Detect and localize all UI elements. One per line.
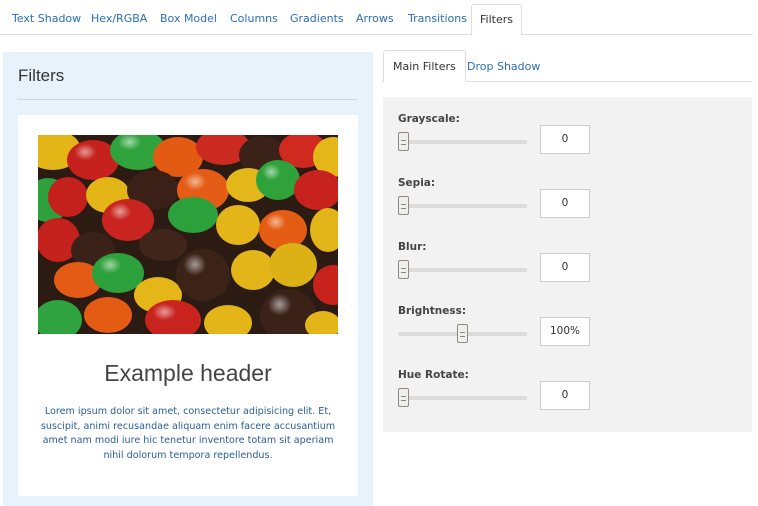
- filter-label: Grayscale:: [398, 113, 460, 125]
- slider-thumb[interactable]: [398, 388, 409, 407]
- value-input[interactable]: 100%: [540, 317, 590, 346]
- filter-label: Hue Rotate:: [398, 369, 469, 381]
- tab-transitions[interactable]: Transitions: [408, 12, 467, 25]
- slider-thumb[interactable]: [398, 260, 409, 279]
- slider-track[interactable]: [398, 268, 527, 272]
- tab-arrows[interactable]: Arrows: [356, 12, 394, 25]
- example-header: Example header: [104, 360, 272, 386]
- tab-drop-shadow[interactable]: Drop Shadow: [467, 60, 540, 73]
- tab-filters[interactable]: Filters: [471, 4, 522, 36]
- tab-columns[interactable]: Columns: [230, 12, 278, 25]
- filter-label: Blur:: [398, 241, 427, 253]
- preview-card: Example header Lorem ipsum dolor sit ame…: [18, 115, 358, 496]
- tab-box-model[interactable]: Box Model: [160, 12, 217, 25]
- candy-image: [38, 135, 338, 334]
- filter-brightness: Brightness: 100%: [383, 305, 752, 365]
- top-tab-bar: Text Shadow Hex/RGBA Box Model Columns G…: [0, 0, 753, 36]
- tab-text-shadow[interactable]: Text Shadow: [12, 12, 81, 25]
- slider-thumb[interactable]: [457, 324, 468, 343]
- tab-hex-rgba[interactable]: Hex/RGBA: [91, 12, 147, 25]
- filter-label: Brightness:: [398, 305, 467, 317]
- value-input[interactable]: 0: [540, 125, 590, 154]
- filter-sepia: Sepia: 0: [383, 177, 752, 237]
- filter-blur: Blur: 0: [383, 241, 752, 301]
- panel-title: Filters: [18, 66, 65, 85]
- value-input[interactable]: 0: [540, 189, 590, 218]
- filter-controls: Grayscale: 0 Sepia: 0 Blur: 0 Brightness…: [383, 97, 752, 432]
- title-divider: [17, 99, 357, 100]
- slider-thumb[interactable]: [398, 132, 409, 151]
- tab-gradients[interactable]: Gradients: [290, 12, 344, 25]
- example-paragraph: Lorem ipsum dolor sit amet, consectetur …: [40, 406, 336, 461]
- tab-main-filters[interactable]: Main Filters: [383, 50, 466, 82]
- slider-track[interactable]: [398, 204, 527, 208]
- filter-hue-rotate: Hue Rotate: 0: [383, 369, 752, 429]
- filter-grayscale: Grayscale: 0: [383, 113, 752, 173]
- value-input[interactable]: 0: [540, 381, 590, 410]
- preview-panel: Filters Example header Lorem ipsum dolor…: [3, 52, 373, 506]
- filter-tab-bar: Main Filters Drop Shadow: [382, 50, 752, 82]
- candy-image-drawing: [38, 135, 338, 334]
- slider-track[interactable]: [398, 140, 527, 144]
- filter-label: Sepia:: [398, 177, 436, 189]
- slider-thumb[interactable]: [398, 196, 409, 215]
- value-input[interactable]: 0: [540, 253, 590, 282]
- slider-track[interactable]: [398, 396, 527, 400]
